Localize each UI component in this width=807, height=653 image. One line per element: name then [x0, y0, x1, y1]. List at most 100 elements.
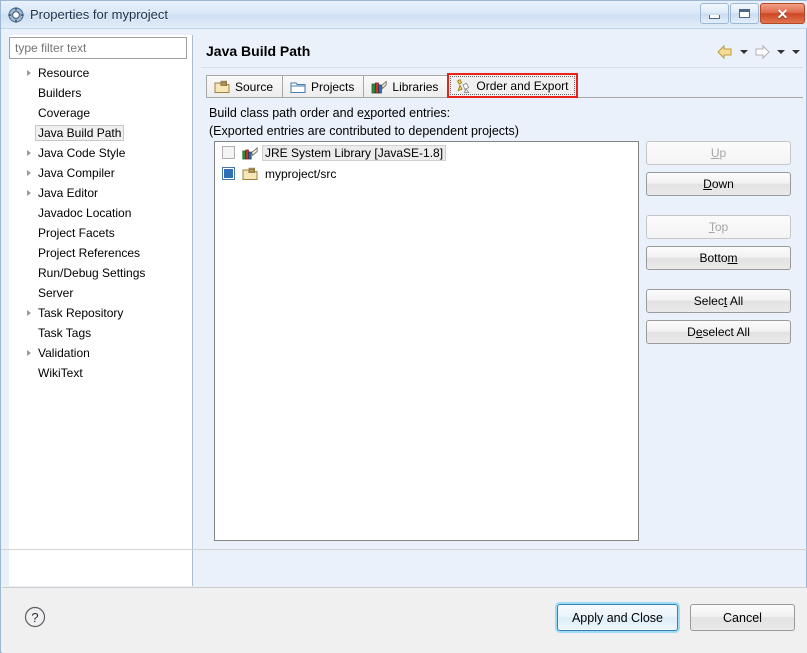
export-checkbox[interactable]: [222, 167, 235, 180]
back-button[interactable]: [715, 43, 735, 61]
sidebar-item-java-code-style[interactable]: Java Code Style: [10, 143, 192, 163]
tab-label: Libraries: [392, 80, 439, 94]
sidebar-item-label: Builders: [38, 86, 82, 100]
tab-projects[interactable]: Projects: [282, 75, 365, 98]
footer-buttons: Apply and Close Cancel: [556, 604, 795, 631]
sidebar-item-label: WikiText: [38, 366, 83, 380]
description-line-1: Build class path order and exported entr…: [209, 104, 519, 122]
top-button: Top: [646, 215, 791, 239]
filter-input[interactable]: [9, 37, 187, 59]
sidebar-item-task-repository[interactable]: Task Repository: [10, 303, 192, 323]
sidebar-item-label: Java Code Style: [38, 146, 126, 160]
sidebar-item-run-debug-settings[interactable]: Run/Debug Settings: [10, 263, 192, 283]
description-line-1-a: Build class path order and e: [209, 106, 364, 120]
sidebar-item-label: Task Tags: [38, 326, 92, 340]
classpath-entries-list[interactable]: JRE System Library [JavaSE-1.8] myproject…: [214, 141, 639, 541]
expand-arrow-icon[interactable]: [22, 150, 35, 156]
sidebar-item-label: Java Editor: [38, 186, 99, 200]
list-item-label: myproject/src: [265, 166, 337, 181]
sidebar-item-java-build-path[interactable]: Java Build Path: [10, 123, 192, 143]
expand-arrow-icon[interactable]: [22, 170, 35, 176]
libraries-books-icon: [371, 80, 387, 94]
expand-arrow-icon[interactable]: [22, 70, 35, 76]
sidebar-item-javadoc-location[interactable]: Javadoc Location: [10, 203, 192, 223]
tab-label: Projects: [311, 80, 355, 94]
sidebar-item-validation[interactable]: Validation: [10, 343, 192, 363]
expand-arrow-icon[interactable]: [22, 350, 35, 356]
sidebar-item-coverage[interactable]: Coverage: [10, 103, 192, 123]
sidebar-item-label: Resource: [38, 66, 90, 80]
description-text: Build class path order and exported entr…: [209, 104, 519, 140]
help-button[interactable]: ?: [23, 605, 47, 629]
sidebar-item-label: Validation: [38, 346, 90, 360]
apply-and-close-label: Apply and Close: [571, 610, 663, 625]
properties-gear-icon: [8, 6, 24, 23]
footer-bar: ? Apply and Close Cancel: [2, 587, 807, 653]
tab-libraries[interactable]: Libraries: [363, 75, 449, 98]
sidebar-item-builders[interactable]: Builders: [10, 83, 192, 103]
chevron-down-icon: [740, 50, 748, 54]
deselect-all-button[interactable]: Deselect All: [646, 320, 791, 344]
description-line-2: (Exported entries are contributed to dep…: [209, 124, 519, 138]
export-checkbox[interactable]: [222, 146, 235, 159]
tab-label: Source: [235, 80, 274, 94]
description-line-1-b: ported entries:: [370, 106, 451, 120]
bottom-label: Bottom: [699, 251, 738, 265]
list-item-label: JRE System Library [JavaSE-1.8]: [262, 144, 447, 161]
maximize-button[interactable]: [730, 3, 759, 24]
sidebar-item-label: Run/Debug Settings: [38, 266, 146, 280]
forward-button[interactable]: [752, 43, 772, 61]
tab-order-and-export[interactable]: Order and Export: [447, 73, 579, 98]
down-label: Down: [703, 177, 734, 191]
sidebar-item-label: Task Repository: [38, 306, 124, 320]
chevron-down-icon: [792, 50, 800, 54]
page-title: Java Build Path: [206, 43, 311, 59]
forward-arrow-icon: [755, 45, 770, 59]
minimize-icon: [709, 14, 720, 19]
sidebar-item-label: Project References: [38, 246, 141, 260]
footer-divider: [1, 549, 807, 550]
sidebar-item-label: Java Compiler: [38, 166, 115, 180]
tab-bar: Source Projects Libraries Order and Export: [206, 73, 579, 98]
settings-tree[interactable]: Resource Builders Coverage Java Build Path J…: [10, 63, 192, 583]
content-panel: Java Build Path Source Projects Librarie…: [196, 31, 806, 586]
down-button[interactable]: Down: [646, 172, 791, 196]
sidebar-item-label: Coverage: [38, 106, 91, 120]
sidebar-item-java-editor[interactable]: Java Editor: [10, 183, 192, 203]
tab-label: Order and Export: [476, 78, 569, 93]
top-label: Top: [708, 220, 729, 234]
expand-arrow-icon[interactable]: [22, 310, 35, 316]
sidebar-item-label: Java Build Path: [35, 125, 125, 141]
cancel-button[interactable]: Cancel: [690, 604, 795, 631]
apply-and-close-button[interactable]: Apply and Close: [556, 604, 678, 631]
up-button: Up: [646, 141, 791, 165]
source-folder-icon: [242, 167, 258, 180]
sidebar-item-wikitext[interactable]: WikiText: [10, 363, 192, 383]
expand-arrow-icon[interactable]: [22, 190, 35, 196]
tab-source[interactable]: Source: [206, 75, 284, 98]
sidebar-item-project-references[interactable]: Project References: [10, 243, 192, 263]
cancel-label: Cancel: [723, 610, 762, 625]
help-question-icon: ?: [24, 606, 46, 628]
forward-dropdown-button[interactable]: [774, 43, 787, 61]
list-item[interactable]: myproject/src: [215, 163, 638, 184]
up-label: Up: [710, 146, 727, 160]
maximize-icon: [739, 9, 750, 18]
list-item[interactable]: JRE System Library [JavaSE-1.8]: [215, 142, 638, 163]
sidebar-item-resource[interactable]: Resource: [10, 63, 192, 83]
view-menu-button[interactable]: [789, 43, 802, 61]
header-divider: [201, 67, 803, 68]
back-dropdown-button[interactable]: [737, 43, 750, 61]
sidebar-item-server[interactable]: Server: [10, 283, 192, 303]
bottom-button[interactable]: Bottom: [646, 246, 791, 270]
sidebar-item-java-compiler[interactable]: Java Compiler: [10, 163, 192, 183]
order-buttons-group: Up Down Top Bottom Select All Deselect All: [646, 141, 794, 351]
sidebar-item-project-facets[interactable]: Project Facets: [10, 223, 192, 243]
close-button[interactable]: ✕: [760, 3, 805, 24]
deselect-all-label: Deselect All: [687, 325, 750, 339]
sidebar-item-label: Javadoc Location: [38, 206, 132, 220]
select-all-button[interactable]: Select All: [646, 289, 791, 313]
title-bar: Properties for myproject ✕: [1, 1, 807, 29]
minimize-button[interactable]: [700, 3, 729, 24]
sidebar-item-task-tags[interactable]: Task Tags: [10, 323, 192, 343]
